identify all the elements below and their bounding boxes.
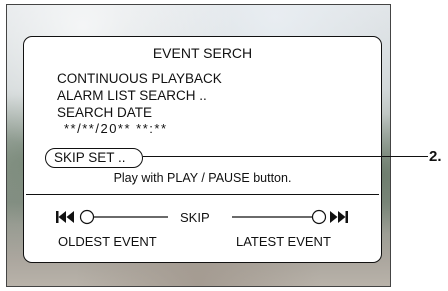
skip-next-icon[interactable] bbox=[330, 210, 350, 224]
menu-item-search-date[interactable]: SEARCH DATE bbox=[57, 105, 152, 120]
skip-label: SKIP bbox=[180, 210, 210, 225]
skip-set-label: SKIP SET .. bbox=[54, 150, 126, 165]
menu-item-continuous-playback[interactable]: CONTINUOUS PLAYBACK bbox=[57, 71, 222, 86]
event-search-menu: EVENT SERCH CONTINUOUS PLAYBACK ALARM LI… bbox=[23, 36, 382, 263]
menu-title: EVENT SERCH bbox=[152, 45, 253, 61]
menu-divider bbox=[26, 194, 379, 195]
skip-forward-slider-track[interactable] bbox=[232, 208, 327, 226]
search-date-value: **/**/20** **:** bbox=[64, 121, 168, 136]
play-hint-text: Play with PLAY / PAUSE button. bbox=[113, 171, 292, 185]
menu-item-alarm-list-search[interactable]: ALARM LIST SEARCH .. bbox=[57, 88, 207, 103]
oldest-event-label: OLDEST EVENT bbox=[58, 234, 157, 249]
latest-event-label: LATEST EVENT bbox=[236, 234, 331, 249]
skip-slider[interactable]: SKIP bbox=[24, 205, 381, 229]
menu-item-skip-set[interactable]: SKIP SET .. bbox=[45, 148, 143, 168]
skip-previous-icon[interactable] bbox=[56, 210, 76, 224]
callout-number: 2. bbox=[429, 148, 442, 165]
callout-leader-line bbox=[143, 156, 428, 157]
skip-back-slider-track[interactable] bbox=[79, 208, 170, 226]
